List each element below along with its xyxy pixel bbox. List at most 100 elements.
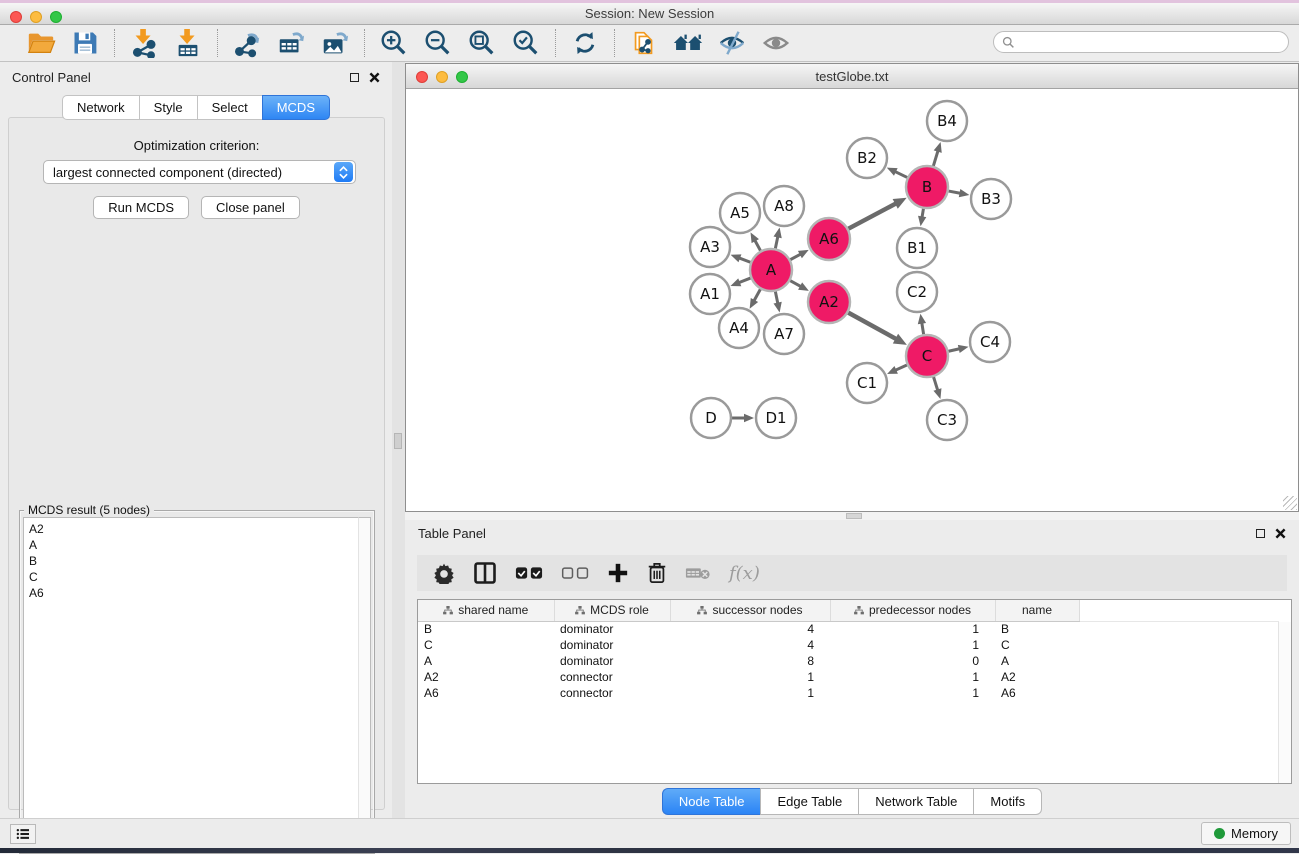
float-table-panel-icon[interactable]	[1256, 529, 1265, 538]
graph-edge[interactable]	[848, 313, 897, 340]
network-window-controls[interactable]	[416, 71, 468, 83]
table-cell[interactable]: 1	[830, 685, 995, 701]
function-builder-icon[interactable]: f(x)	[729, 563, 760, 584]
open-folder-icon[interactable]	[26, 28, 56, 58]
deselect-all-checks-icon[interactable]	[561, 561, 589, 585]
column-header-mcds-role[interactable]: MCDS role	[554, 600, 670, 621]
table-cell[interactable]: B	[418, 621, 554, 637]
table-cell[interactable]	[1079, 685, 1279, 701]
splitter-grip[interactable]	[394, 433, 402, 449]
mcds-result-list[interactable]: A2ABCA6	[23, 517, 371, 850]
table-row[interactable]: Adominator80A	[418, 653, 1279, 669]
table-cell[interactable]: A2	[995, 669, 1079, 685]
table-cell[interactable]	[1079, 669, 1279, 685]
maximize-network-button[interactable]	[456, 71, 468, 83]
result-list-item[interactable]: A	[29, 537, 370, 553]
table-cell[interactable]: A2	[418, 669, 554, 685]
table-cell[interactable]: connector	[554, 685, 670, 701]
node-table[interactable]: shared name MCDS role successor nodes pr…	[417, 599, 1292, 784]
splitter-grip[interactable]	[846, 513, 862, 519]
zoom-selected-icon[interactable]	[511, 28, 541, 58]
delete-row-trash-icon[interactable]	[647, 561, 667, 585]
criterion-dropdown[interactable]: largest connected component (directed)	[43, 160, 356, 184]
zoom-fit-icon[interactable]	[467, 28, 497, 58]
result-list-scrollbar[interactable]	[358, 517, 371, 850]
column-header-successor-nodes[interactable]: successor nodes	[670, 600, 830, 621]
result-list-item[interactable]: C	[29, 569, 370, 585]
table-cell[interactable]: 1	[830, 637, 995, 653]
table-cell[interactable]: connector	[554, 669, 670, 685]
table-cell[interactable]: 8	[670, 653, 830, 669]
table-cell[interactable]: C	[995, 637, 1079, 653]
zoom-out-icon[interactable]	[423, 28, 453, 58]
vertical-splitter[interactable]	[392, 62, 405, 818]
graph-edge[interactable]	[934, 377, 938, 391]
memory-button[interactable]: Memory	[1201, 822, 1291, 845]
table-row[interactable]: Bdominator41B	[418, 621, 1279, 637]
tab-motifs[interactable]: Motifs	[973, 788, 1042, 815]
select-all-checks-icon[interactable]	[515, 561, 543, 585]
close-table-panel-icon[interactable]	[1275, 528, 1286, 539]
column-header-shared-name[interactable]: shared name	[418, 600, 554, 621]
add-row-icon[interactable]	[607, 561, 629, 585]
tab-network[interactable]: Network	[62, 95, 139, 120]
table-cell[interactable]: 1	[670, 669, 830, 685]
close-window-button[interactable]	[10, 11, 22, 23]
table-cell[interactable]: 1	[670, 685, 830, 701]
table-cell[interactable]: C	[418, 637, 554, 653]
table-cell[interactable]	[1079, 621, 1279, 637]
result-list-item[interactable]: A6	[29, 585, 370, 601]
column-chooser-icon[interactable]	[473, 561, 497, 585]
table-row[interactable]: A2connector11A2	[418, 669, 1279, 685]
table-cell[interactable]: dominator	[554, 621, 670, 637]
close-network-button[interactable]	[416, 71, 428, 83]
result-list-item[interactable]: B	[29, 553, 370, 569]
graph-edge[interactable]	[848, 203, 897, 229]
table-cell[interactable]: A6	[418, 685, 554, 701]
close-panel-button[interactable]: Close panel	[201, 196, 300, 219]
network-graph[interactable]: B4B2BB3B1A5A8A6A3AA1A4A7A2C2C4CC1C3DD1	[406, 89, 1298, 511]
run-mcds-button[interactable]: Run MCDS	[93, 196, 189, 219]
hide-panel-icon[interactable]	[717, 28, 747, 58]
delete-table-icon[interactable]	[685, 561, 711, 585]
table-cell[interactable]	[1079, 637, 1279, 653]
tab-network-table[interactable]: Network Table	[858, 788, 973, 815]
table-cell[interactable]: A	[418, 653, 554, 669]
table-scrollbar[interactable]	[1278, 622, 1291, 783]
table-cell[interactable]: A	[995, 653, 1079, 669]
graph-edge[interactable]	[738, 278, 751, 283]
search-field[interactable]	[993, 31, 1289, 53]
tab-select[interactable]: Select	[197, 95, 262, 120]
export-table-icon[interactable]	[276, 28, 306, 58]
maximize-window-button[interactable]	[50, 11, 62, 23]
table-row[interactable]: Cdominator41C	[418, 637, 1279, 653]
minimize-network-button[interactable]	[436, 71, 448, 83]
horizontal-splitter[interactable]	[405, 512, 1299, 520]
refresh-layout-icon[interactable]	[570, 28, 600, 58]
table-options-gear-icon[interactable]	[433, 561, 455, 585]
table-cell[interactable]: 4	[670, 621, 830, 637]
save-session-icon[interactable]	[70, 28, 100, 58]
graph-edge[interactable]	[894, 365, 907, 371]
table-cell[interactable]: dominator	[554, 637, 670, 653]
graph-edge[interactable]	[894, 171, 907, 177]
network-canvas[interactable]: B4B2BB3B1A5A8A6A3AA1A4A7A2C2C4CC1C3DD1	[406, 89, 1298, 511]
import-network-icon[interactable]	[129, 28, 159, 58]
network-window-titlebar[interactable]: testGlobe.txt	[406, 64, 1298, 89]
table-cell[interactable]: B	[995, 621, 1079, 637]
table-cell[interactable]: 1	[830, 621, 995, 637]
table-cell[interactable]: 4	[670, 637, 830, 653]
table-cell[interactable]: 1	[830, 669, 995, 685]
table-cell[interactable]: 0	[830, 653, 995, 669]
search-input[interactable]	[1020, 35, 1280, 49]
tab-style[interactable]: Style	[139, 95, 197, 120]
window-controls[interactable]	[10, 11, 62, 23]
minimize-window-button[interactable]	[30, 11, 42, 23]
tab-node-table[interactable]: Node Table	[662, 788, 761, 815]
float-panel-icon[interactable]	[350, 73, 359, 82]
result-list-item[interactable]: A2	[29, 521, 370, 537]
column-header-name[interactable]: name	[995, 600, 1079, 621]
close-panel-icon[interactable]	[369, 72, 380, 83]
graph-edge[interactable]	[933, 150, 938, 166]
task-history-button[interactable]	[10, 824, 36, 844]
